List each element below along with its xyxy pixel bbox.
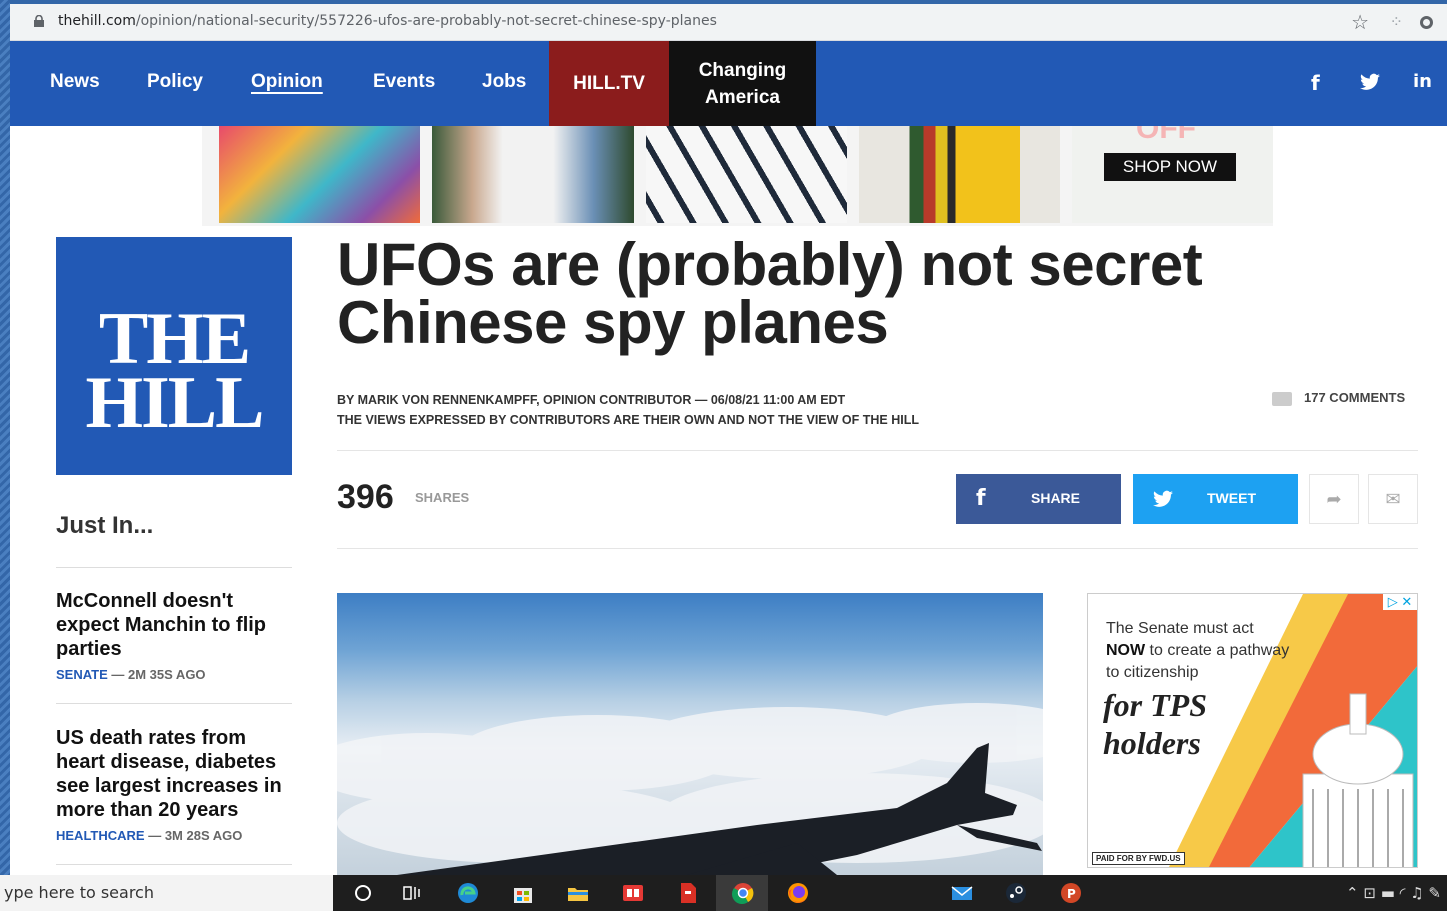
- site-nav: News Policy Opinion Events Jobs HILL.TV …: [10, 41, 1447, 126]
- nav-events[interactable]: Events: [373, 71, 435, 93]
- ad-paid-for: PAID FOR BY FWD.US: [1092, 852, 1185, 865]
- comments-link[interactable]: 177 COMMENTS: [1272, 390, 1405, 406]
- share-label: SHARE: [1031, 490, 1081, 506]
- just-in-meta: SENATE — 2M 35S AGO: [56, 667, 292, 682]
- svg-text:P: P: [1067, 887, 1076, 901]
- ad-big1: for TPS: [1103, 687, 1207, 723]
- task-view-icon[interactable]: [400, 881, 424, 905]
- divider: [337, 548, 1418, 549]
- adchoices-close-icon[interactable]: ▷ ✕: [1383, 594, 1417, 610]
- system-tray[interactable]: ⌃ ⊡ ▬ ◜ ♫ ✎: [1346, 884, 1441, 902]
- forward-share-icon[interactable]: ➦: [1309, 474, 1359, 524]
- tweet-label: TWEET: [1207, 490, 1256, 506]
- just-in-age: — 2M 35S AGO: [111, 667, 206, 682]
- nav-policy[interactable]: Policy: [147, 71, 203, 93]
- facebook-share-button[interactable]: f SHARE: [956, 474, 1121, 524]
- divider: [56, 567, 292, 568]
- article-byline: BY MARIK VON RENNENKAMPFF, OPINION CONTR…: [337, 390, 919, 430]
- spy-plane-image: [337, 703, 1043, 875]
- twitter-icon: [1153, 490, 1173, 507]
- extension-icon[interactable]: ⁘: [1390, 12, 1403, 32]
- page-content: OFF SHOP NOW THE HILL Just In... McConne…: [10, 126, 1447, 875]
- divider: [56, 864, 292, 865]
- changing-line1: Changing: [698, 59, 787, 81]
- ad-line3: to citizenship: [1106, 664, 1199, 681]
- desktop-frame-left: [0, 0, 10, 875]
- ad-shirt-image-2: [432, 126, 634, 223]
- nav-hilltv[interactable]: HILL.TV: [549, 41, 669, 126]
- divider: [56, 703, 292, 704]
- article-headline: UFOs are (probably) not secret Chinese s…: [337, 231, 1203, 356]
- comment-bubble-icon: [1272, 391, 1292, 406]
- byline-text: BY MARIK VON RENNENKAMPFF, OPINION CONTR…: [337, 393, 846, 407]
- twitter-share-button[interactable]: TWEET: [1133, 474, 1298, 524]
- just-in-category[interactable]: SENATE: [56, 667, 108, 682]
- just-in-title[interactable]: McConnell doesn't expect Manchin to flip…: [56, 589, 292, 661]
- store-icon[interactable]: [511, 881, 535, 905]
- just-in-item[interactable]: McConnell doesn't expect Manchin to flip…: [56, 589, 292, 682]
- logo-line2: HILL: [85, 362, 264, 444]
- pdf-app-icon[interactable]: [676, 881, 700, 905]
- bookmark-star-icon[interactable]: ☆: [1351, 10, 1369, 35]
- ad-shirt-image-1: [219, 126, 420, 223]
- shares-label: SHARES: [415, 490, 470, 505]
- ad-shirt-image-4: [859, 126, 1060, 223]
- facebook-icon: f: [976, 486, 986, 511]
- just-in-category[interactable]: HEALTHCARE: [56, 828, 145, 843]
- file-explorer-icon[interactable]: [566, 881, 590, 905]
- side-ad[interactable]: The Senate must act NOW to create a path…: [1087, 593, 1418, 868]
- ad-partial-text: OFF: [1136, 126, 1196, 145]
- nav-opinion[interactable]: Opinion: [251, 71, 323, 93]
- chrome-icon[interactable]: [731, 881, 755, 905]
- ad-line1: The Senate must act: [1106, 620, 1254, 637]
- reader-app-icon[interactable]: [621, 881, 645, 905]
- steam-icon[interactable]: [1004, 881, 1028, 905]
- windows-taskbar: ype here to search P ⌃ ⊡ ▬ ◜ ♫ ✎: [0, 875, 1447, 911]
- nav-jobs[interactable]: Jobs: [482, 71, 526, 93]
- lock-icon: [34, 15, 44, 27]
- facebook-icon[interactable]: f: [1311, 71, 1320, 95]
- ad-text: The Senate must act NOW to create a path…: [1106, 618, 1289, 684]
- comments-count: 177 COMMENTS: [1304, 390, 1406, 405]
- address-bar[interactable]: thehill.com/opinion/national-security/55…: [10, 4, 1447, 41]
- divider: [337, 450, 1418, 451]
- profile-circle-icon[interactable]: [1420, 16, 1433, 29]
- mail-icon[interactable]: [950, 881, 974, 905]
- just-in-title[interactable]: US death rates from heart disease, diabe…: [56, 726, 292, 822]
- just-in-heading: Just In...: [56, 512, 154, 539]
- email-icon[interactable]: ✉: [1368, 474, 1418, 524]
- ad-big2: holders: [1103, 725, 1201, 761]
- shop-now-button[interactable]: SHOP NOW: [1104, 153, 1236, 181]
- taskbar-search-input[interactable]: ype here to search: [0, 875, 333, 911]
- disclaimer-text: THE VIEWS EXPRESSED BY CONTRIBUTORS ARE …: [337, 413, 919, 427]
- nav-news[interactable]: News: [50, 71, 100, 93]
- url-host: thehill.com: [58, 13, 136, 29]
- firefox-icon[interactable]: [786, 881, 810, 905]
- changing-line2: America: [704, 86, 780, 108]
- just-in-age: — 3M 28S AGO: [148, 828, 243, 843]
- cortana-icon[interactable]: [351, 881, 375, 905]
- just-in-item[interactable]: US death rates from heart disease, diabe…: [56, 726, 292, 843]
- ad-now: NOW: [1106, 642, 1146, 659]
- top-ad-banner[interactable]: OFF SHOP NOW: [202, 126, 1273, 226]
- ad-line2: to create a pathway: [1145, 642, 1290, 659]
- edge-icon[interactable]: [456, 881, 480, 905]
- linkedin-icon[interactable]: in: [1413, 71, 1432, 92]
- nav-changing-america[interactable]: Changing America: [669, 41, 816, 126]
- the-hill-logo[interactable]: THE HILL: [56, 237, 292, 475]
- just-in-meta: HEALTHCARE — 3M 28S AGO: [56, 828, 292, 843]
- article-hero-image: [337, 593, 1043, 875]
- powerpoint-icon[interactable]: P: [1059, 881, 1083, 905]
- url-text[interactable]: thehill.com/opinion/national-security/55…: [58, 13, 717, 29]
- url-path: /opinion/national-security/557226-ufos-a…: [135, 13, 717, 29]
- ad-shirt-image-3: [646, 126, 847, 223]
- shares-count: 396: [337, 478, 394, 516]
- twitter-icon[interactable]: [1360, 73, 1380, 91]
- ad-big-text: for TPS holders: [1103, 686, 1207, 762]
